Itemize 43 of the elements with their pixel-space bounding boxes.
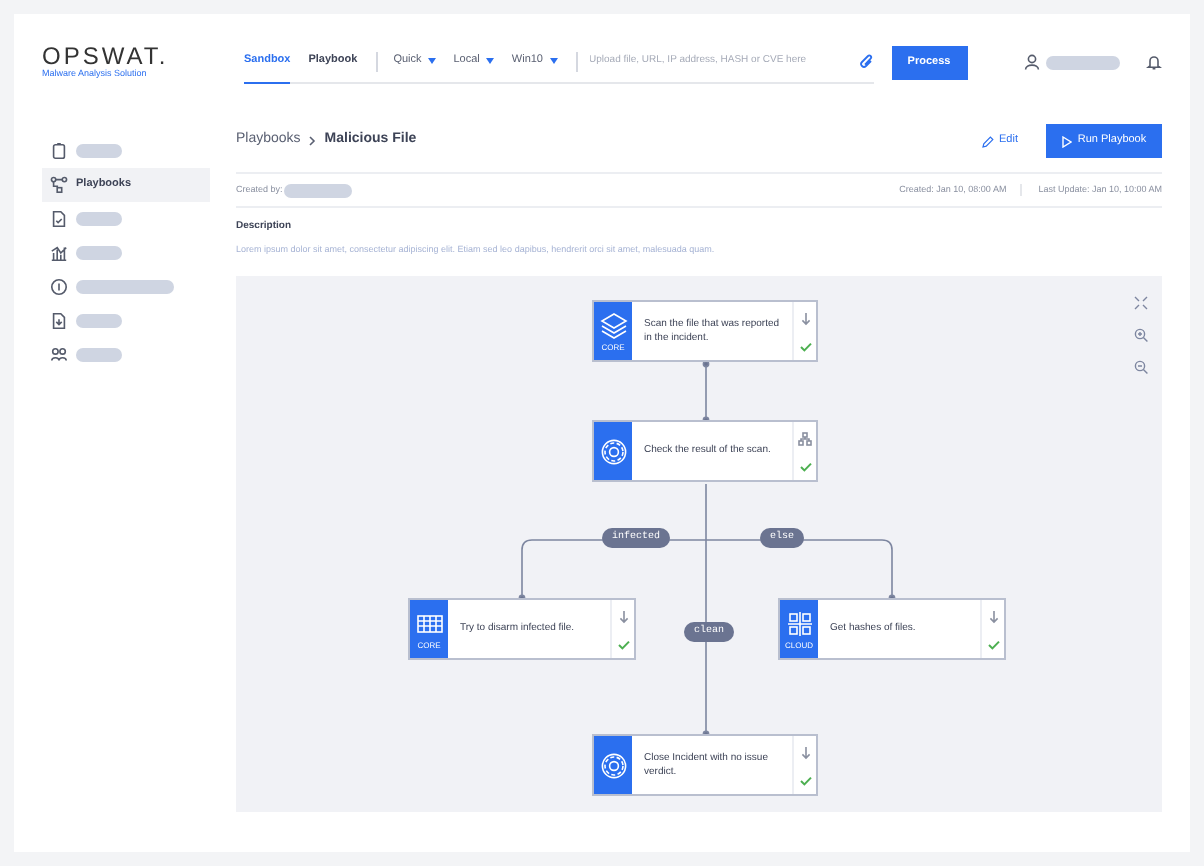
down-arrow-icon[interactable] xyxy=(799,745,811,759)
logo: OPSWAT. xyxy=(42,43,171,68)
redacted-bar xyxy=(76,348,122,362)
down-arrow-icon[interactable] xyxy=(799,311,811,325)
play-icon xyxy=(1061,135,1072,147)
redacted-bar xyxy=(284,183,353,197)
grid-icon xyxy=(415,609,443,638)
zoom-in-icon[interactable] xyxy=(1134,328,1148,343)
redacted-bar xyxy=(76,280,174,294)
chevron-icon xyxy=(308,136,317,146)
caret-icon xyxy=(427,58,436,64)
layers-icon xyxy=(599,311,627,340)
redacted-bar xyxy=(76,212,122,226)
caret-icon xyxy=(549,58,557,64)
check-icon xyxy=(799,776,811,786)
chart-icon xyxy=(50,244,68,262)
fit-screen-icon[interactable] xyxy=(1134,296,1148,311)
redacted-bar xyxy=(76,246,122,260)
clipboard-icon xyxy=(50,142,68,160)
check-icon xyxy=(799,342,811,352)
redacted-bar xyxy=(76,314,122,328)
redacted-bar xyxy=(76,144,122,158)
paperclip-icon[interactable] xyxy=(859,53,873,69)
hash-grid-icon xyxy=(785,609,813,638)
document-icon xyxy=(50,210,68,228)
zoom-out-icon[interactable] xyxy=(1134,360,1148,375)
gear-icon xyxy=(599,751,627,780)
check-icon xyxy=(987,640,999,650)
down-arrow-icon[interactable] xyxy=(987,609,999,623)
info-icon xyxy=(50,278,68,296)
down-arrow-icon[interactable] xyxy=(617,609,629,623)
check-icon xyxy=(617,640,629,650)
hierarchy-icon[interactable] xyxy=(798,431,812,445)
redacted-bar xyxy=(1046,55,1120,69)
people-icon xyxy=(50,346,68,364)
user-icon[interactable] xyxy=(1024,54,1040,70)
check-icon xyxy=(799,462,811,472)
caret-icon xyxy=(485,58,494,64)
flow-icon xyxy=(50,176,68,194)
bell-icon[interactable] xyxy=(1146,54,1162,70)
pencil-icon xyxy=(981,135,994,147)
gear-icon xyxy=(599,437,627,466)
file-icon xyxy=(50,312,68,330)
